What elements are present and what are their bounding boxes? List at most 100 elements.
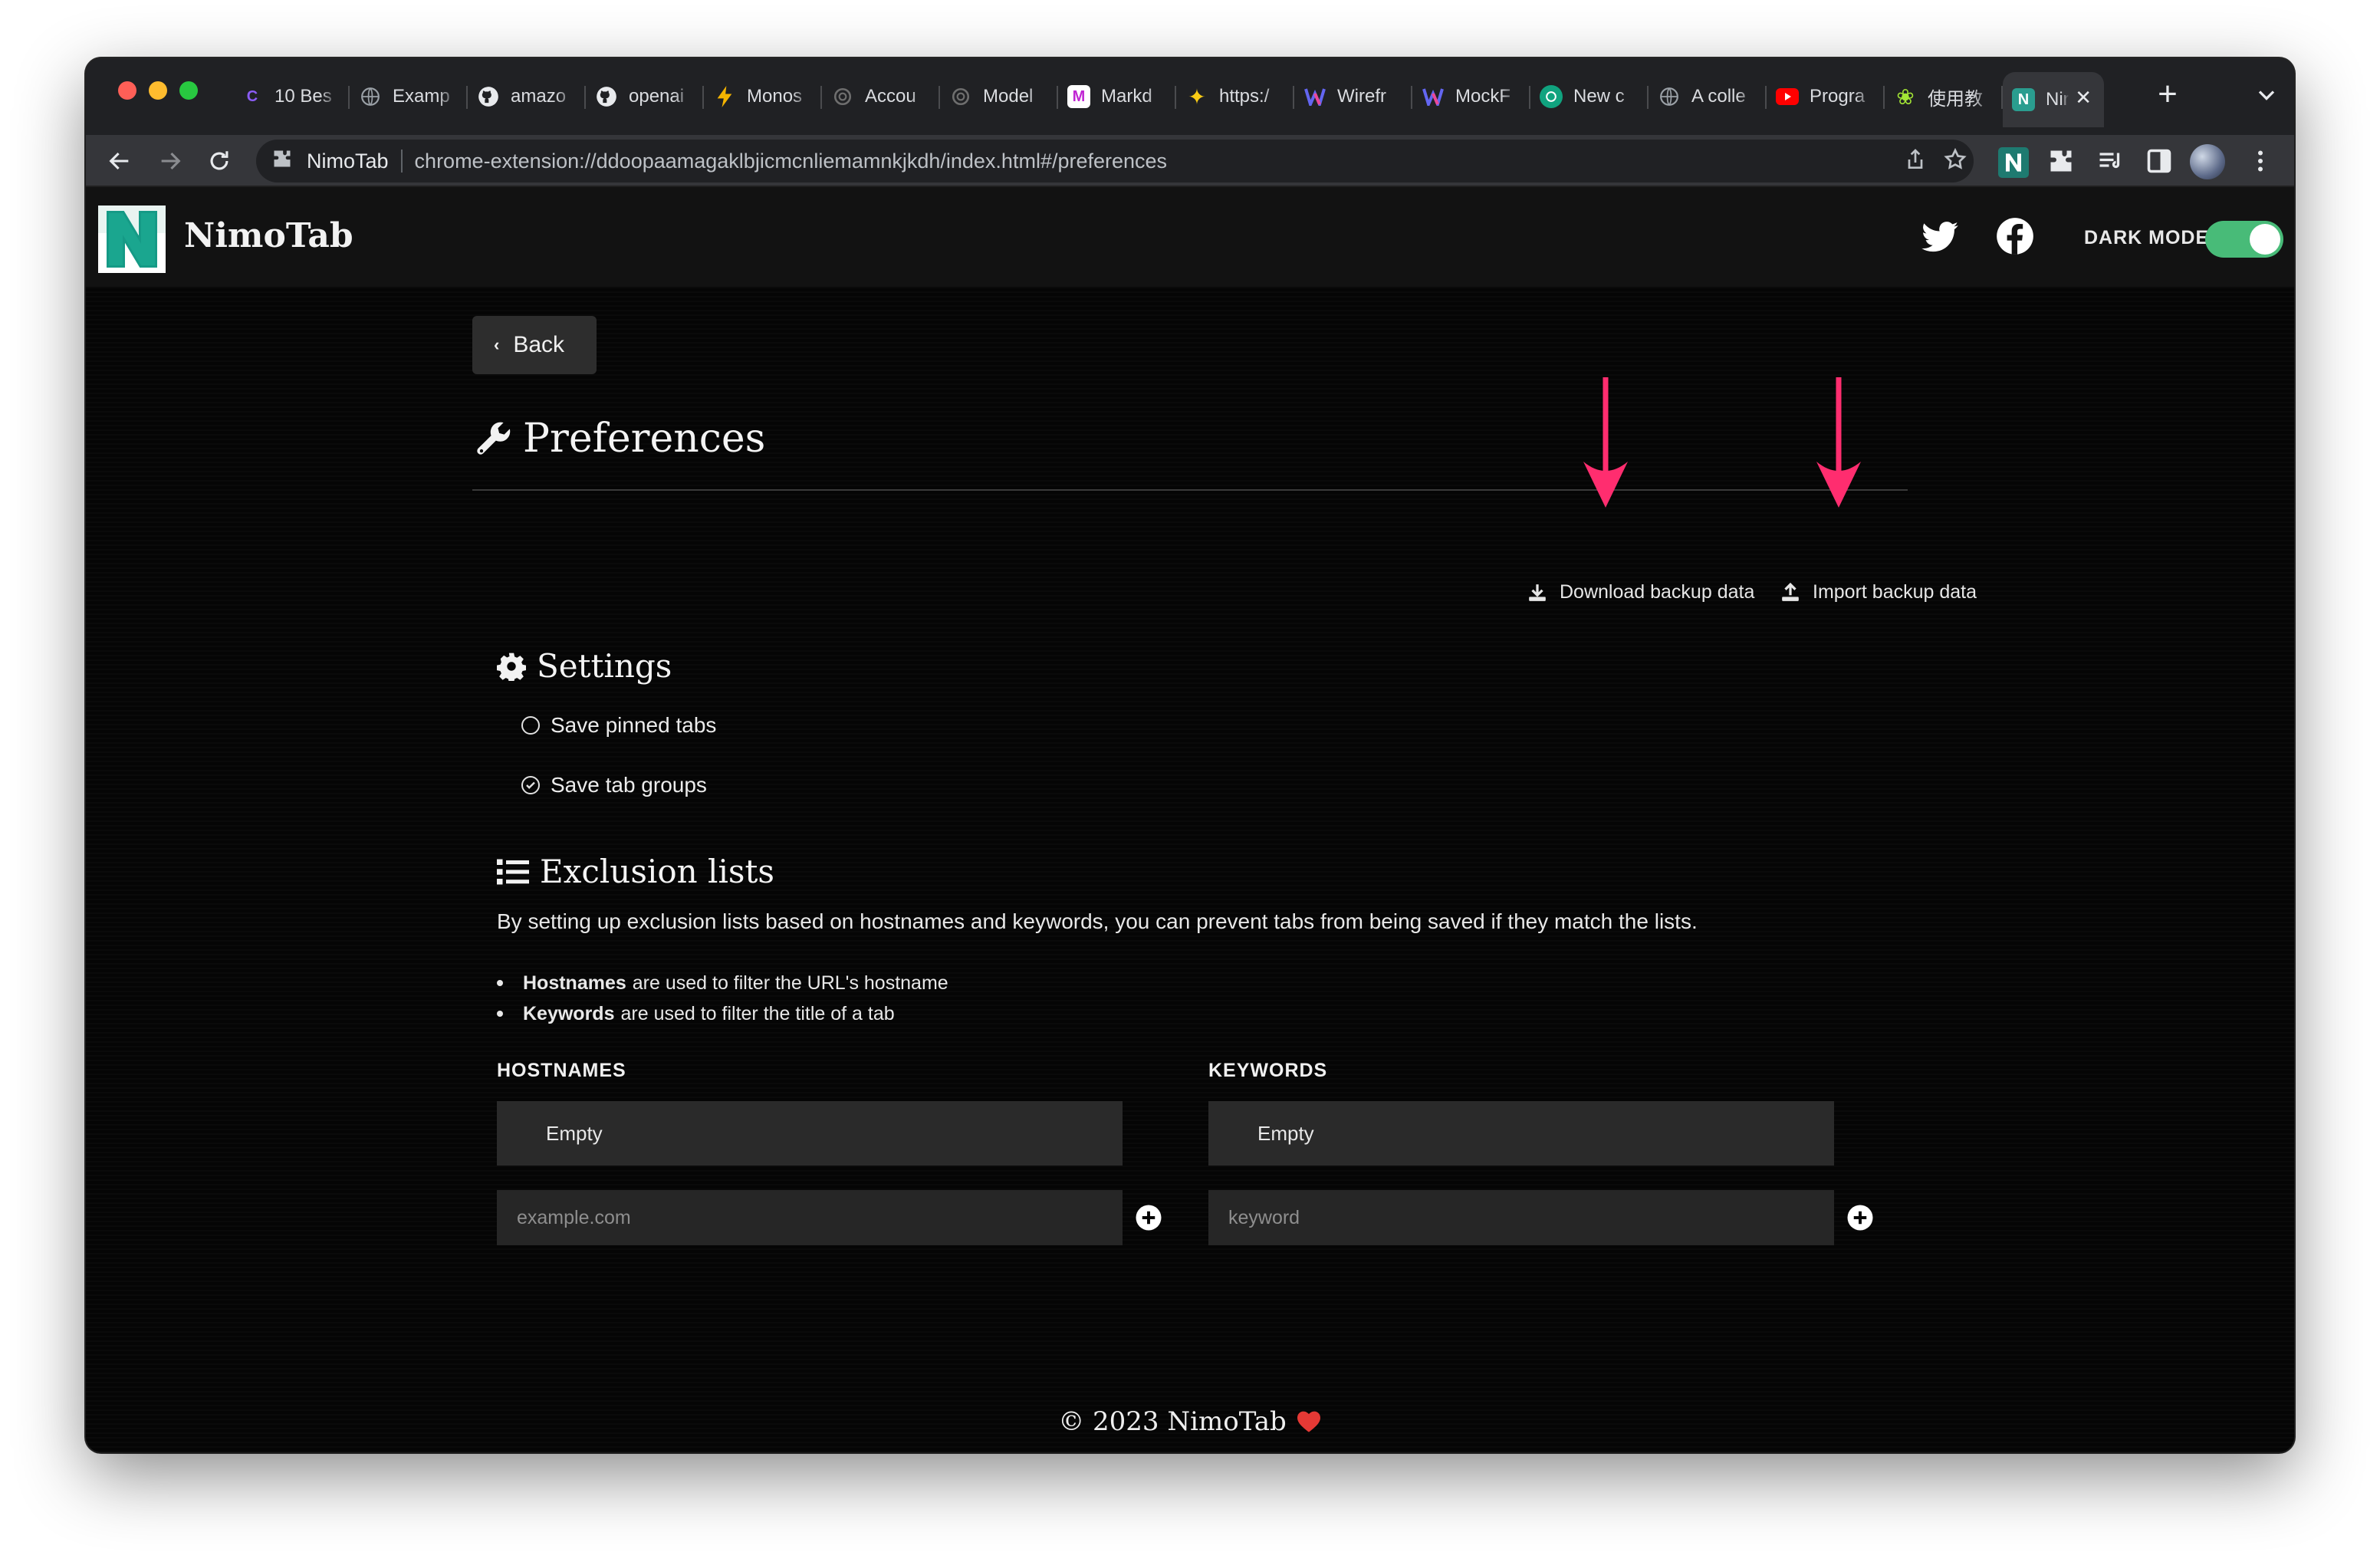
puzzle-icon (271, 148, 293, 175)
browser-tab[interactable]: New c (1530, 72, 1649, 121)
browser-tab[interactable]: ✦ https:/ (1176, 72, 1294, 121)
brand-name[interactable]: NimoTab (184, 216, 353, 255)
forward-arrow-icon[interactable] (152, 143, 189, 179)
tab-list: C 10 Bes Examp amazo openai Monos Accou M… (232, 72, 2104, 127)
profile-avatar[interactable] (2190, 144, 2225, 179)
close-window-button[interactable] (118, 81, 136, 100)
tab-search-chevron-icon[interactable] (2253, 81, 2280, 109)
extensions-puzzle-icon[interactable] (2047, 147, 2078, 178)
plus-circle-icon (1847, 1205, 1873, 1231)
copyright-text: © 2023 NimoTab (1058, 1406, 1287, 1437)
tab-strip: C 10 Bes Examp amazo openai Monos Accou M… (86, 58, 2294, 135)
app-header: NimoTab DARK MODE (86, 187, 2294, 287)
import-backup-label: Import backup data (1813, 581, 1977, 603)
new-tab-button[interactable]: + (2148, 75, 2187, 113)
minimize-window-button[interactable] (149, 81, 167, 100)
share-icon[interactable] (1903, 147, 1931, 175)
reload-icon[interactable] (201, 143, 238, 179)
keywords-heading: KEYWORDS (1208, 1060, 1328, 1081)
wireframe-icon (1303, 85, 1326, 108)
annotation-arrow-down-icon (1816, 377, 1861, 508)
openai-icon (831, 85, 854, 108)
hostnames-list-empty: Empty (497, 1101, 1123, 1166)
hostnames-heading: HOSTNAMES (497, 1060, 626, 1081)
browser-tab[interactable]: A colle (1649, 72, 1767, 121)
browser-tab[interactable]: Examp (350, 72, 468, 121)
back-button[interactable]: ‹ Back (472, 316, 597, 374)
youtube-icon (1776, 85, 1799, 108)
mockflow-icon (1422, 85, 1445, 108)
facebook-icon[interactable] (1995, 216, 2035, 256)
download-icon (1529, 584, 1546, 601)
back-arrow-icon[interactable] (101, 143, 138, 179)
browser-tab[interactable]: ❀ 使用教 (1885, 72, 2003, 121)
toggle-knob (2250, 224, 2280, 255)
close-tab-icon[interactable]: ✕ (2075, 86, 2092, 110)
upload-icon (1782, 582, 1799, 601)
github-icon (477, 85, 500, 108)
nimotab-icon: N (2012, 88, 2035, 111)
add-keyword-button[interactable] (1846, 1204, 1874, 1231)
address-bar[interactable]: NimoTab chrome-extension://ddoopaamagakl… (256, 140, 1974, 182)
download-backup-label: Download backup data (1560, 581, 1755, 603)
add-hostname-button[interactable] (1135, 1204, 1162, 1231)
settings-heading: Settings (497, 647, 672, 685)
plus-circle-icon (1136, 1205, 1162, 1231)
browser-tab[interactable]: openai (586, 72, 704, 121)
media-queue-icon[interactable] (2096, 147, 2127, 178)
kebab-menu-icon[interactable] (2247, 147, 2277, 178)
browser-tab[interactable]: Monos (704, 72, 822, 121)
browser-tab[interactable]: C 10 Bes (232, 72, 350, 121)
exclusion-bullet-list: Hostnames are used to filter the URL's ho… (497, 968, 948, 1029)
radio-unchecked-icon[interactable] (521, 716, 540, 735)
sparkle-icon: ✦ (1188, 84, 1206, 109)
page-title: Preferences (523, 416, 766, 462)
browser-tab[interactable]: MockF (1412, 72, 1530, 121)
download-backup-link[interactable]: Download backup data (1527, 581, 1754, 603)
markdown-icon: M (1067, 85, 1090, 108)
side-panel-icon[interactable] (2145, 147, 2176, 178)
radio-checked-icon[interactable] (521, 776, 540, 794)
bookmark-star-icon[interactable] (1943, 147, 1971, 175)
maximize-window-button[interactable] (179, 81, 198, 100)
browser-window: C 10 Bes Examp amazo openai Monos Accou M… (86, 58, 2294, 1452)
exclusion-lists-heading: Exclusion lists (497, 853, 774, 890)
browser-tab[interactable]: Wirefr (1294, 72, 1412, 121)
import-backup-link[interactable]: Import backup data (1780, 581, 1977, 603)
save-tab-groups-option[interactable]: Save tab groups (521, 773, 707, 797)
nimotab-extension-icon[interactable] (1998, 147, 2029, 178)
twitter-icon[interactable] (1920, 216, 1960, 256)
nimotab-logo-icon[interactable] (98, 206, 166, 273)
exclusion-description: By setting up exclusion lists based on h… (497, 909, 1698, 933)
browser-tab[interactable]: Progra (1767, 72, 1885, 121)
dark-mode-toggle[interactable] (2205, 221, 2283, 258)
annotation-arrow-down-icon (1583, 377, 1628, 508)
save-tab-groups-label: Save tab groups (551, 773, 707, 797)
globe-icon (1658, 85, 1681, 108)
settings-title: Settings (537, 647, 672, 685)
list-icon (497, 859, 529, 884)
omnibox-separator (400, 150, 403, 173)
title-divider (472, 489, 1908, 491)
bolt-icon (713, 85, 736, 108)
keyword-input[interactable] (1208, 1190, 1834, 1245)
hostname-input[interactable] (497, 1190, 1123, 1245)
dark-mode-label: DARK MODE (2084, 227, 2210, 248)
list-item: Hostnames are used to filter the URL's ho… (497, 968, 948, 998)
chatgpt-icon (1540, 85, 1563, 108)
browser-tab-active[interactable]: N Nir ✕ (2003, 72, 2104, 127)
browser-tab[interactable]: Model (940, 72, 1058, 121)
globe-icon (359, 85, 382, 108)
list-item: Keywords are used to filter the title of … (497, 998, 948, 1029)
browser-toolbar: NimoTab chrome-extension://ddoopaamagakl… (86, 135, 2294, 187)
browser-tab[interactable]: Accou (822, 72, 940, 121)
preferences-page: ‹ Back Preferences Download backup data … (86, 287, 2294, 1452)
flower-icon: ❀ (1896, 84, 1915, 109)
chevron-left-icon: ‹ (494, 335, 500, 354)
browser-tab[interactable]: amazo (468, 72, 586, 121)
browser-tab[interactable]: M Markd (1058, 72, 1176, 121)
omnibox-url: chrome-extension://ddoopaamagaklbjicmcnl… (414, 149, 1168, 173)
gear-icon (497, 653, 526, 681)
footer: © 2023 NimoTab (86, 1406, 2294, 1437)
save-pinned-tabs-option[interactable]: Save pinned tabs (521, 713, 716, 738)
